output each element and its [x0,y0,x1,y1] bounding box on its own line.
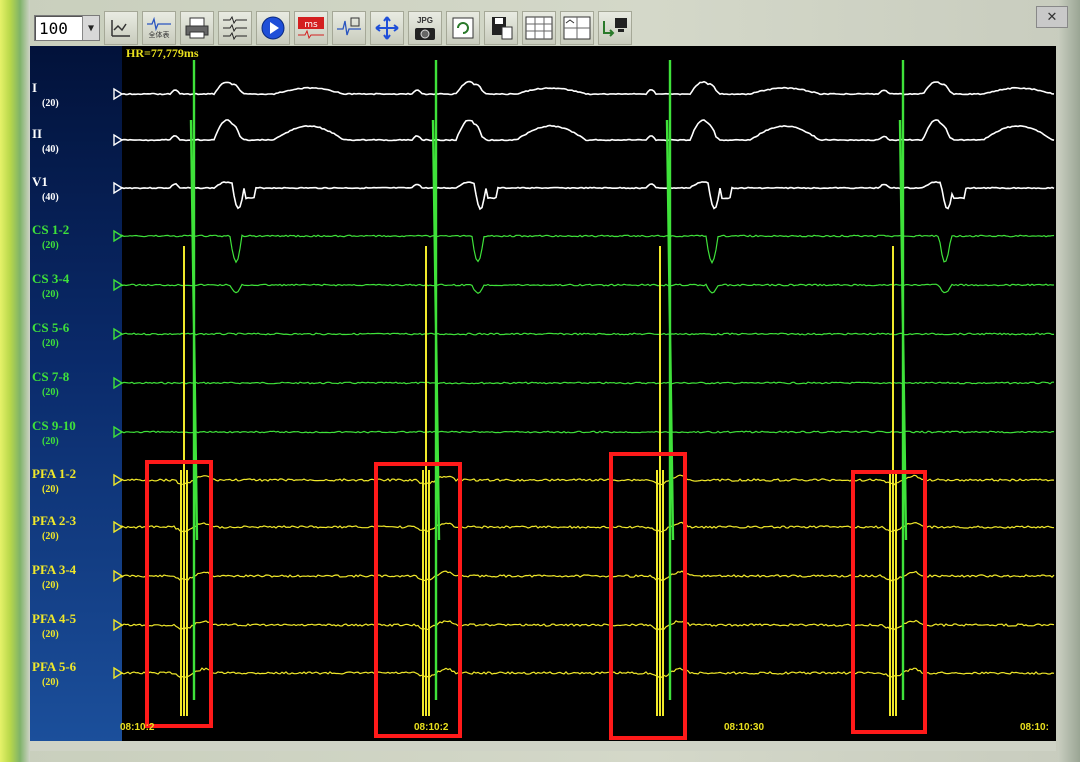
channel-marker [113,618,124,632]
channel-marker [113,133,124,147]
horizontal-scrollbar[interactable] [30,741,1056,751]
channel-trace [121,119,1055,142]
channel-trace [121,283,1054,295]
channel-trace [121,234,1055,265]
channel-trace [121,430,1055,434]
channel-marker [113,181,124,195]
channel-trace [121,80,1055,96]
time-label: 08:10:30 [724,722,765,733]
highlight-box [145,460,213,728]
highlight-box [374,462,462,738]
channel-marker [113,376,124,390]
channel-marker [113,473,124,487]
channel-trace [121,180,1055,211]
time-label: 08:10:2 [414,722,449,733]
highlight-box [609,452,687,740]
highlight-box [851,470,927,734]
channel-trace [121,332,1054,336]
time-label: 08:10: [1020,722,1049,733]
channel-marker [113,87,124,101]
channel-trace [121,381,1054,385]
channel-marker [113,425,124,439]
channel-marker [113,278,124,292]
channel-marker [113,666,124,680]
channel-marker [113,520,124,534]
channel-marker [113,569,124,583]
channel-marker [113,327,124,341]
channel-marker [113,229,124,243]
time-label: 08:10:2 [120,722,155,733]
